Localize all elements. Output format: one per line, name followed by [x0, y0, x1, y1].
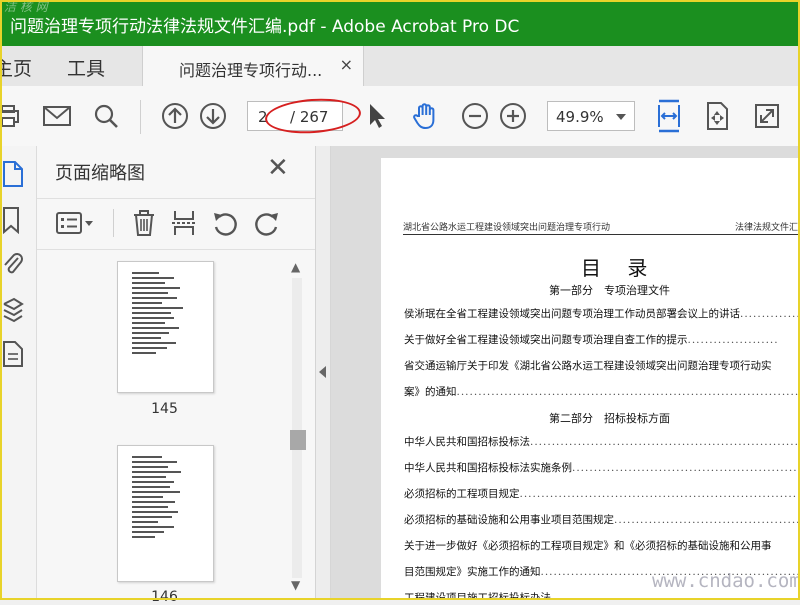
- toc-entry[interactable]: 必须招标的工程项目规定.............................…: [404, 486, 800, 501]
- full-screen-icon[interactable]: [751, 100, 783, 132]
- thumbnail-scrollbar[interactable]: ▲ ▼: [288, 258, 306, 600]
- scroll-track[interactable]: [292, 278, 302, 578]
- toc-entry[interactable]: 省交通运输厅关于印发《湖北省公路水运工程建设领域突出问题治理专项行动实: [404, 358, 800, 373]
- toolbar-divider: [140, 100, 141, 134]
- fit-width-icon[interactable]: [653, 99, 685, 133]
- rotate-clockwise-icon[interactable]: [253, 209, 281, 237]
- chevron-down-icon: [616, 114, 626, 120]
- select-cursor-icon[interactable]: [361, 100, 393, 132]
- panel-splitter[interactable]: [316, 146, 331, 600]
- previous-page-icon[interactable]: [159, 100, 191, 132]
- section-heading: 第一部分 专项治理文件: [549, 284, 670, 297]
- attachment-icon[interactable]: [2, 250, 24, 278]
- left-navigation-rail: [0, 146, 37, 600]
- page-thumbnail[interactable]: [117, 445, 214, 582]
- toc-entry[interactable]: 侯淅珉在全省工程建设领域突出问题专项治理工作动员部署会议上的讲话........…: [404, 306, 800, 321]
- options-menu-icon[interactable]: [55, 209, 95, 237]
- delete-page-icon[interactable]: [130, 209, 158, 237]
- thumbnail-text-lines: [132, 456, 192, 541]
- current-page-value[interactable]: 2: [258, 108, 268, 126]
- scroll-up-icon[interactable]: ▲: [291, 260, 300, 274]
- toc-entry[interactable]: 必须招标的基础设施和公用事业项目范围规定....................…: [404, 512, 800, 527]
- search-icon[interactable]: [90, 100, 122, 132]
- page-thumbnails-icon[interactable]: [2, 160, 24, 188]
- running-header-right: 法律法规文件汇: [735, 223, 799, 233]
- print-icon[interactable]: [0, 100, 24, 132]
- zoom-value: 49.9%: [556, 108, 604, 126]
- panel-title: 页面缩略图: [55, 163, 145, 184]
- bookmark-icon[interactable]: [2, 206, 24, 235]
- page-number-field[interactable]: 2 / 267: [247, 101, 343, 131]
- mail-icon[interactable]: [41, 100, 73, 132]
- next-page-icon[interactable]: [197, 100, 229, 132]
- running-header-left: 湖北省公路水运工程建设领域突出问题治理专项行动: [403, 223, 611, 233]
- tab-document-label: 问题治理专项行动...: [179, 61, 323, 80]
- toc-entry[interactable]: 中华人民共和国招标投标法............................…: [404, 434, 800, 449]
- total-pages-label: / 267: [290, 108, 329, 126]
- close-tab-icon[interactable]: ×: [340, 55, 353, 74]
- hand-tool-icon[interactable]: [410, 100, 442, 132]
- title-bar: 洁 核 网 问题治理专项行动法律法规文件汇编.pdf - Adobe Acrob…: [0, 0, 800, 46]
- panel-divider: [113, 209, 114, 237]
- document-view[interactable]: 湖北省公路水运工程建设领域突出问题治理专项行动 法律法规文件汇 目 录 第一部分…: [331, 146, 800, 600]
- rotate-view-icon[interactable]: [701, 100, 733, 132]
- close-panel-icon[interactable]: ✕: [267, 155, 289, 181]
- scroll-down-icon[interactable]: ▼: [291, 578, 300, 592]
- toc-entry[interactable]: 案》的通知...................................…: [404, 384, 800, 399]
- toc-title: 目 录: [581, 256, 658, 280]
- toc-entry[interactable]: 关于进一步做好《必须招标的工程项目规定》和《必须招标的基础设施和公用事: [404, 538, 800, 553]
- panel-toolbar: [37, 198, 315, 250]
- zoom-in-icon[interactable]: [497, 100, 529, 132]
- split-page-icon[interactable]: [170, 209, 198, 237]
- document-properties-icon[interactable]: [2, 340, 24, 368]
- page-thumbnail[interactable]: [117, 261, 214, 393]
- page-thumbnail-label: 146: [151, 589, 178, 605]
- toc-entry[interactable]: 中华人民共和国招标投标法实施条例........................…: [404, 460, 800, 475]
- collapse-panel-icon[interactable]: [319, 366, 326, 378]
- zoom-select[interactable]: 49.9%: [547, 101, 635, 131]
- scroll-thumb[interactable]: [290, 430, 306, 450]
- watermark-bottom: www.cndao.com: [652, 570, 800, 592]
- page-thumbnail-label: 145: [151, 401, 178, 417]
- document-page: 湖北省公路水运工程建设领域突出问题治理专项行动 法律法规文件汇 目 录 第一部分…: [381, 158, 800, 600]
- layers-icon[interactable]: [2, 296, 24, 324]
- zoom-out-icon[interactable]: [459, 100, 491, 132]
- window-title: 问题治理专项行动法律法规文件汇编.pdf - Adobe Acrobat Pro…: [10, 17, 520, 37]
- tab-row: 主页 工具 问题治理专项行动... ×: [0, 46, 800, 87]
- header-rule: [403, 234, 800, 235]
- toolbar: [0, 86, 800, 147]
- tab-document[interactable]: 问题治理专项行动... ×: [142, 46, 364, 87]
- page-thumbnails-panel: 页面缩略图 ✕ 145 146 ▲ ▼: [37, 146, 316, 605]
- thumbnail-text-lines: [132, 272, 192, 357]
- rotate-counterclockwise-icon[interactable]: [211, 209, 239, 237]
- toc-entry[interactable]: 关于做好全省工程建设领域突出问题专项治理自查工作的提示.............…: [404, 332, 800, 347]
- tab-tools[interactable]: 工具: [67, 54, 105, 81]
- section-heading: 第二部分 招标投标方面: [549, 412, 670, 425]
- tab-home[interactable]: 主页: [0, 54, 32, 81]
